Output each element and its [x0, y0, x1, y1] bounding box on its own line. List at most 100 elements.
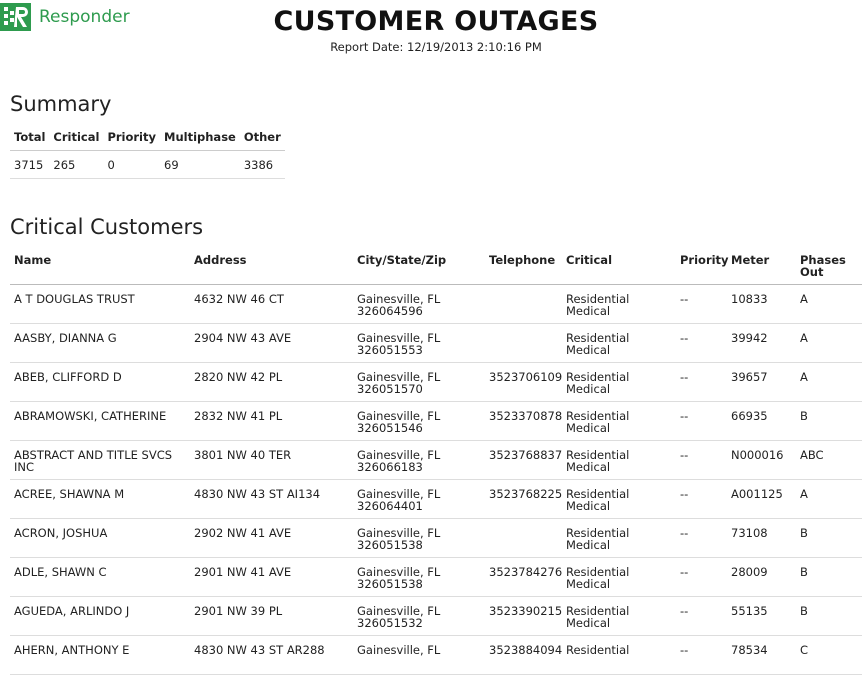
col-address: Address — [190, 252, 353, 285]
cell-address: 2902 NW 41 AVE — [190, 518, 353, 558]
cell-priority: -- — [676, 362, 727, 402]
cell-meter: 66935 — [727, 401, 796, 441]
cell-priority: -- — [676, 518, 727, 558]
cell-telephone — [485, 518, 562, 558]
cell-city-state-zip: Gainesville, FL 326051553 — [353, 323, 485, 363]
cell-telephone: 3523768225 — [485, 479, 562, 519]
cell-telephone: 3523706109 — [485, 362, 562, 402]
summary-priority: 0 — [103, 150, 160, 179]
cell-phases-out: A — [796, 323, 862, 363]
cell-meter: 55135 — [727, 596, 796, 636]
summary-values-row: 3715 265 0 69 3386 — [10, 150, 285, 179]
table-row: ABSTRACT AND TITLE SVCS INC 3801 NW 40 TE… — [10, 440, 862, 480]
critical-customers-table: Name Address City/State/Zip Telephone Cr… — [10, 252, 862, 675]
cell-meter: 10833 — [727, 284, 796, 324]
cell-phases-out: B — [796, 596, 862, 636]
summary-table: Total Critical Priority Multiphase Other… — [10, 128, 285, 179]
cell-city-state-zip: Gainesville, FL 326051538 — [353, 557, 485, 597]
cell-telephone: 3523784276 — [485, 557, 562, 597]
cell-critical: Residential Medical — [562, 479, 676, 519]
cell-name: A T DOUGLAS TRUST — [10, 284, 190, 324]
cell-telephone: 3523884094 — [485, 635, 562, 675]
cell-city-state-zip: Gainesville, FL 326051546 — [353, 401, 485, 441]
cell-meter: 39942 — [727, 323, 796, 363]
cell-phases-out: A — [796, 479, 862, 519]
col-meter: Meter — [727, 252, 796, 285]
cell-critical: Residential Medical — [562, 557, 676, 597]
col-name: Name — [10, 252, 190, 285]
cell-critical: Residential Medical — [562, 323, 676, 363]
cell-meter: 78534 — [727, 635, 796, 675]
cell-city-state-zip: Gainesville, FL 326066183 — [353, 440, 485, 480]
summary-header-row: Total Critical Priority Multiphase Other — [10, 128, 285, 151]
cell-critical: Residential Medical — [562, 362, 676, 402]
table-row: AGUEDA, ARLINDO J 2901 NW 39 PL Gainesvill… — [10, 596, 862, 636]
cell-meter: A001125 — [727, 479, 796, 519]
cell-name: AGUEDA, ARLINDO J — [10, 596, 190, 636]
cell-critical: Residential Medical — [562, 440, 676, 480]
critical-table-body: A T DOUGLAS TRUST 4632 NW 46 CT Gainesvill… — [10, 284, 862, 675]
critical-header-row: Name Address City/State/Zip Telephone Cr… — [10, 252, 862, 285]
cell-city-state-zip: Gainesville, FL 326064401 — [353, 479, 485, 519]
page-title: CUSTOMER OUTAGES — [273, 6, 599, 37]
cell-address: 2901 NW 41 AVE — [190, 557, 353, 597]
cell-address: 2904 NW 43 AVE — [190, 323, 353, 363]
col-phases-out: Phases Out — [796, 252, 862, 285]
cell-critical: Residential Medical — [562, 518, 676, 558]
cell-name: ADLE, SHAWN C — [10, 557, 190, 597]
table-row: ACRON, JOSHUA 2902 NW 41 AVE Gainesville, … — [10, 518, 862, 558]
critical-customers-heading: Critical Customers — [10, 215, 204, 239]
table-row: ABRAMOWSKI, CATHERINE 2832 NW 41 PL Gaines… — [10, 401, 862, 441]
cell-priority: -- — [676, 284, 727, 324]
summary-heading: Summary — [10, 92, 112, 116]
cell-phases-out: A — [796, 362, 862, 402]
cell-name: ABSTRACT AND TITLE SVCS INC — [10, 440, 190, 480]
cell-critical: Residential Medical — [562, 401, 676, 441]
summary-col-priority: Priority — [103, 128, 160, 151]
cell-name: ABRAMOWSKI, CATHERINE — [10, 401, 190, 441]
cell-priority: -- — [676, 479, 727, 519]
cell-phases-out: B — [796, 557, 862, 597]
summary-col-other: Other — [239, 128, 285, 151]
cell-meter: 73108 — [727, 518, 796, 558]
cell-address: 4830 NW 43 ST AR288 — [190, 635, 353, 675]
col-city-state-zip: City/State/Zip — [353, 252, 485, 285]
cell-telephone — [485, 284, 562, 324]
cell-priority: -- — [676, 401, 727, 441]
cell-address: 2901 NW 39 PL — [190, 596, 353, 636]
cell-meter: 39657 — [727, 362, 796, 402]
table-row: AHERN, ANTHONY E 4830 NW 43 ST AR288 Gaine… — [10, 635, 862, 675]
summary-col-critical: Critical — [49, 128, 104, 151]
cell-critical: Residential — [562, 635, 676, 675]
cell-name: ABEB, CLIFFORD D — [10, 362, 190, 402]
table-row: AASBY, DIANNA G 2904 NW 43 AVE Gainesville… — [10, 323, 862, 363]
col-telephone: Telephone — [485, 252, 562, 285]
cell-telephone: 3523370878 — [485, 401, 562, 441]
cell-telephone: 3523390215 — [485, 596, 562, 636]
cell-city-state-zip: Gainesville, FL 326051570 — [353, 362, 485, 402]
cell-telephone — [485, 323, 562, 363]
cell-address: 3801 NW 40 TER — [190, 440, 353, 480]
cell-priority: -- — [676, 557, 727, 597]
table-row: ACREE, SHAWNA M 4830 NW 43 ST AI134 Gaines… — [10, 479, 862, 519]
col-priority: Priority — [676, 252, 729, 285]
table-row: ABEB, CLIFFORD D 2820 NW 42 PL Gainesville… — [10, 362, 862, 402]
col-critical: Critical — [562, 252, 676, 285]
summary-total: 3715 — [10, 150, 50, 179]
cell-phases-out: B — [796, 401, 862, 441]
cell-phases-out: A — [796, 284, 862, 324]
cell-address: 4830 NW 43 ST AI134 — [190, 479, 353, 519]
cell-priority: -- — [676, 596, 727, 636]
cell-priority: -- — [676, 635, 727, 675]
cell-critical: Residential Medical — [562, 284, 676, 324]
summary-col-multiphase: Multiphase — [160, 128, 240, 151]
cell-phases-out: C — [796, 635, 862, 675]
cell-name: AHERN, ANTHONY E — [10, 635, 190, 675]
cell-priority: -- — [676, 440, 727, 480]
cell-name: ACRON, JOSHUA — [10, 518, 190, 558]
cell-address: 4632 NW 46 CT — [190, 284, 353, 324]
report-date: Report Date: 12/19/2013 2:10:16 PM — [330, 40, 542, 54]
cell-phases-out: B — [796, 518, 862, 558]
cell-name: ACREE, SHAWNA M — [10, 479, 190, 519]
cell-city-state-zip: Gainesville, FL — [353, 635, 485, 675]
